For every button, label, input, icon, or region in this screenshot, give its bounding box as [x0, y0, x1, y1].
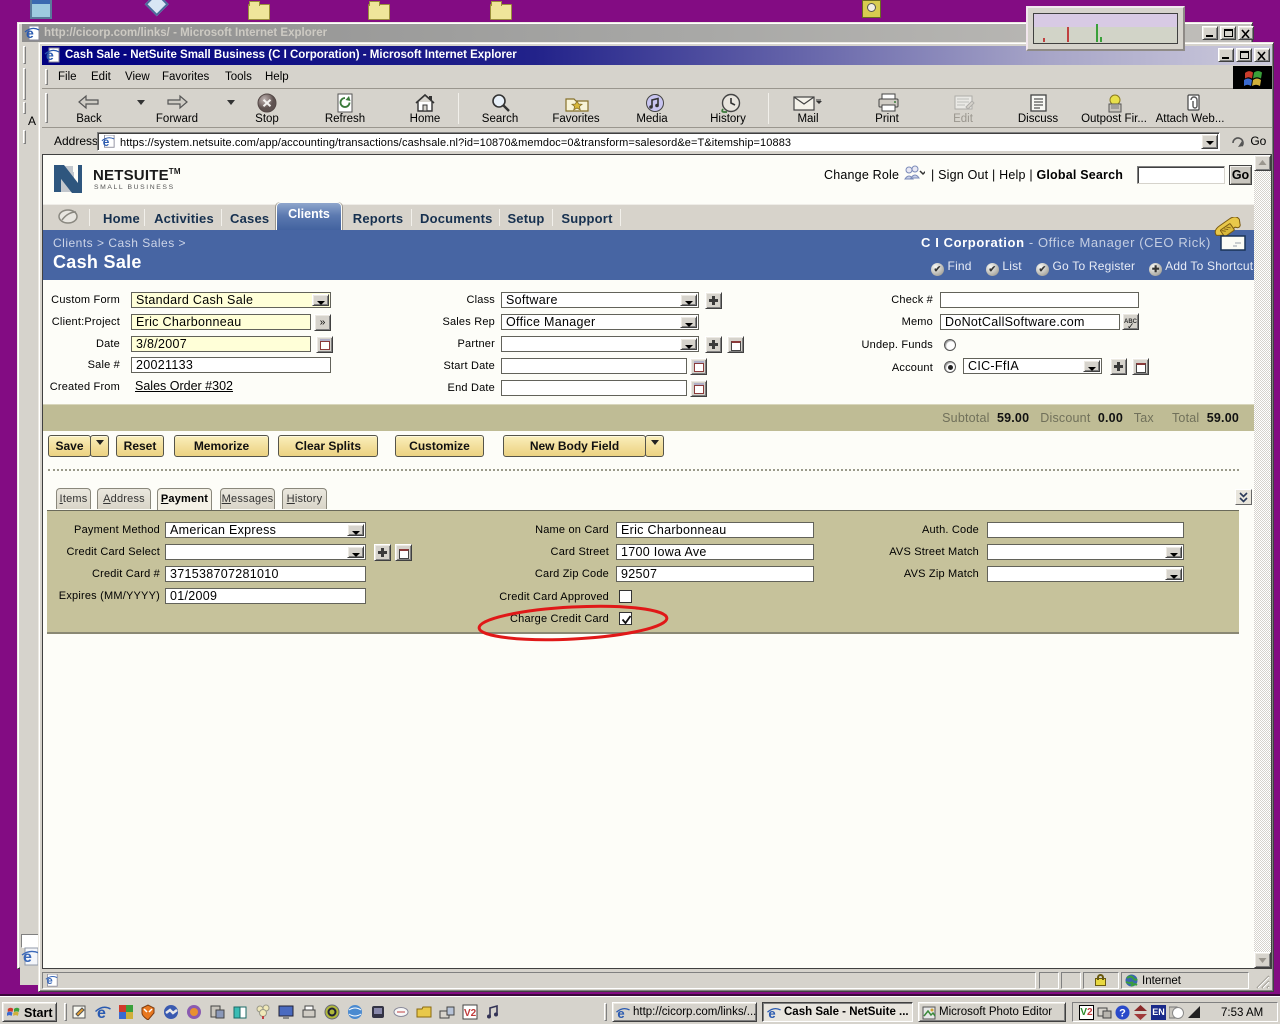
svg-text:e: e	[46, 47, 54, 63]
svg-text:e: e	[26, 25, 34, 41]
svg-text:e: e	[103, 135, 110, 149]
svg-text:V2: V2	[464, 1008, 477, 1019]
svg-text:?: ?	[1119, 1008, 1126, 1020]
